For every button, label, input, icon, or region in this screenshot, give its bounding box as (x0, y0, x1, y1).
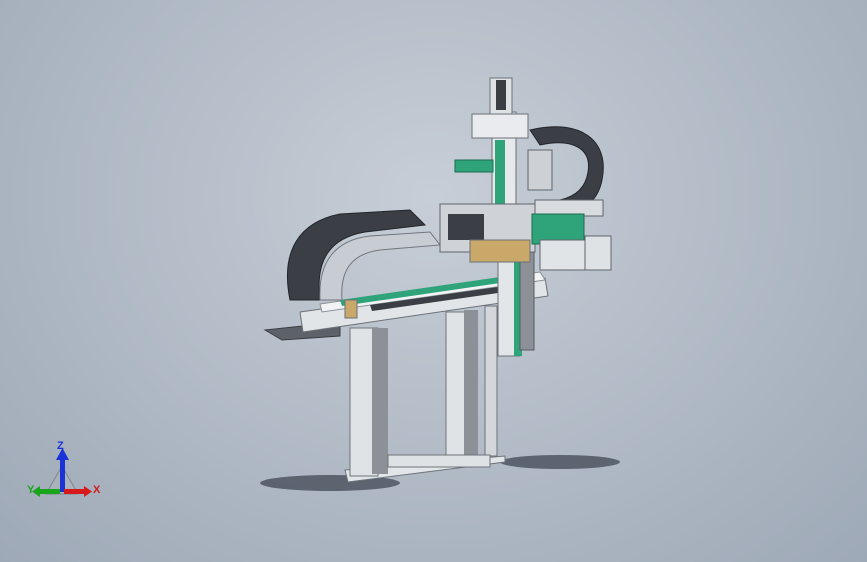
gripper-assembly[interactable] (439, 149, 612, 271)
cad-viewport[interactable]: Z X Y (0, 0, 867, 562)
x-axis-label: X (93, 484, 101, 496)
y-axis-label: Y (27, 484, 35, 496)
z-axis-label: Z (57, 440, 64, 452)
cable-chain-left[interactable] (286, 209, 441, 301)
base-frame[interactable] (344, 305, 506, 483)
cad-model-scene[interactable] (0, 0, 867, 562)
orientation-triad[interactable]: Z X Y (22, 436, 112, 508)
